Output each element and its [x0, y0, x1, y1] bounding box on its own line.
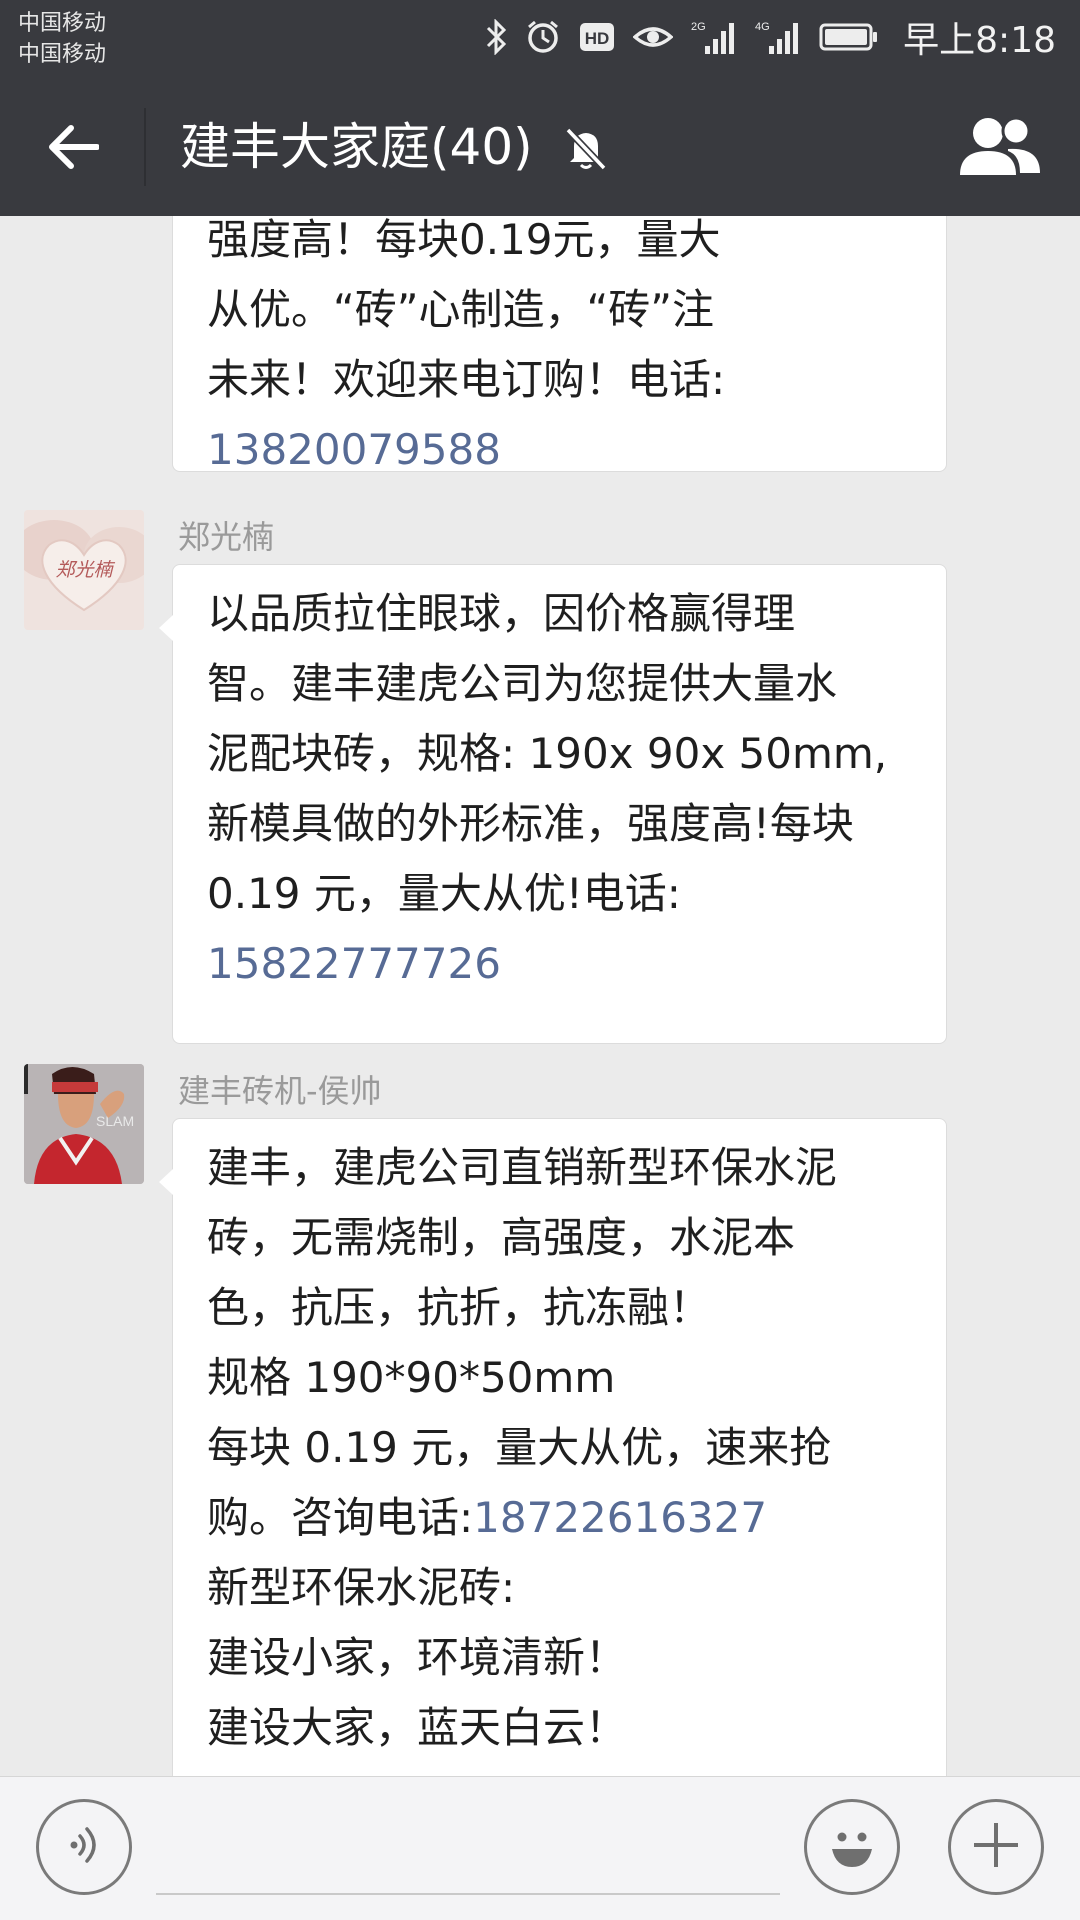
message-bubble[interactable]: 建丰，建虎公司直销新型环保水泥 砖，无需烧制，高强度，水泥本 色，抗压，抗折，抗…: [159, 1118, 947, 1776]
message-line: 规格 190*90*50mm: [207, 1353, 616, 1402]
message-line: 建设小家，环境清新！: [207, 1633, 628, 1682]
phone-link[interactable]: 15822777726: [207, 929, 916, 999]
net-1-label: 2G: [691, 21, 706, 33]
plus-icon: [970, 1819, 1022, 1875]
message-line: 0.19 元，量大从优!电话:: [207, 869, 681, 918]
avatar-handwriting: 郑光楠: [55, 559, 115, 581]
sender-name: 建丰砖机-侯帅: [178, 1072, 382, 1110]
message-line: 强度高！每块0.19元，量大: [207, 216, 721, 264]
message-text: 购。咨询电话:: [207, 1493, 474, 1542]
avatar-jersey-text: SLAM: [96, 1113, 134, 1129]
message-line: 智。建丰建虎公司为您提供大量水: [207, 659, 838, 708]
carrier-labels: 中国移动 中国移动: [18, 8, 106, 70]
voice-icon: [62, 1823, 106, 1871]
eye-icon: [633, 23, 674, 51]
emoji-button[interactable]: [804, 1799, 900, 1895]
status-bar: 中国移动 中国移动 HD 2G 4G 早上8:18: [0, 0, 1080, 78]
message-list[interactable]: 强度高！每块0.19元，量大 从优。“砖”心制造，“砖”注 未来！欢迎来电订购！…: [0, 216, 1080, 1776]
header-divider: [144, 108, 146, 186]
message-line: 建设大家，蓝天白云！: [207, 1703, 628, 1752]
message-bubble[interactable]: 以品质拉住眼球，因价格赢得理 智。建丰建虎公司为您提供大量水 泥配块砖，规格: …: [159, 564, 947, 1044]
signal-2g-icon: 2G: [691, 19, 737, 55]
chat-header: 建丰大家庭(40): [0, 78, 1080, 216]
more-button[interactable]: [948, 1799, 1044, 1895]
net-2-label: 4G: [755, 21, 770, 33]
group-members-button[interactable]: [958, 108, 1042, 188]
message-line: 建丰，建虎公司直销新型环保水泥: [207, 1143, 838, 1192]
message-line: 未来！欢迎来电订购！电话:: [207, 355, 726, 404]
phone-link[interactable]: 18722616327: [473, 1493, 767, 1542]
hd-badge-text: HD: [585, 29, 610, 48]
message-line: 泥配块砖，规格: 190x 90x 50mm,: [207, 729, 888, 778]
message-bubble[interactable]: 强度高！每块0.19元，量大 从优。“砖”心制造，“砖”注 未来！欢迎来电订购！…: [172, 216, 947, 474]
input-bar: [0, 1776, 1080, 1920]
message-line: 砖，无需烧制，高强度，水泥本: [207, 1213, 796, 1262]
message-line: 购。咨询电话:18722616327: [207, 1483, 916, 1553]
message-line: 每块 0.19 元，量大从优，速来抢: [207, 1423, 832, 1472]
back-arrow-icon: [47, 124, 100, 174]
status-time: 早上8:18: [903, 20, 1056, 61]
phone-link[interactable]: 13820079588: [207, 415, 916, 485]
carrier-1: 中国移动: [18, 11, 107, 36]
emoji-icon: [822, 1815, 882, 1879]
message-line: 以品质拉住眼球，因价格赢得理: [207, 589, 796, 638]
battery-icon: [819, 22, 879, 52]
back-button[interactable]: [38, 114, 108, 184]
message-line: 新型环保水泥砖:: [207, 1563, 516, 1612]
message-line: 色，抗压，抗折，抗冻融！: [207, 1283, 712, 1332]
message-input[interactable]: [156, 1803, 780, 1895]
chat-title: 建丰大家庭(40): [180, 118, 533, 176]
sender-name: 郑光楠: [178, 518, 275, 556]
hd-icon: HD: [579, 22, 615, 52]
message-line: 新模具做的外形标准，强度高!每块: [207, 799, 854, 848]
voice-button[interactable]: [36, 1799, 132, 1895]
status-icons: HD 2G 4G 早上8:18: [485, 12, 1056, 62]
chat-screen: 中国移动 中国移动 HD 2G 4G 早上8:18 建丰大家庭(40) 强度高！…: [0, 0, 1080, 1920]
avatar[interactable]: SLAM: [24, 1064, 144, 1184]
avatar[interactable]: 郑光楠: [24, 510, 144, 630]
signal-4g-icon: 4G: [755, 19, 801, 55]
group-members-icon: [958, 115, 1042, 181]
carrier-2: 中国移动: [18, 42, 107, 67]
bluetooth-icon: [485, 19, 507, 55]
alarm-icon: [525, 19, 561, 55]
message-line: 从优。“砖”心制造，“砖”注: [207, 285, 715, 334]
mute-bell-icon: [562, 124, 610, 176]
